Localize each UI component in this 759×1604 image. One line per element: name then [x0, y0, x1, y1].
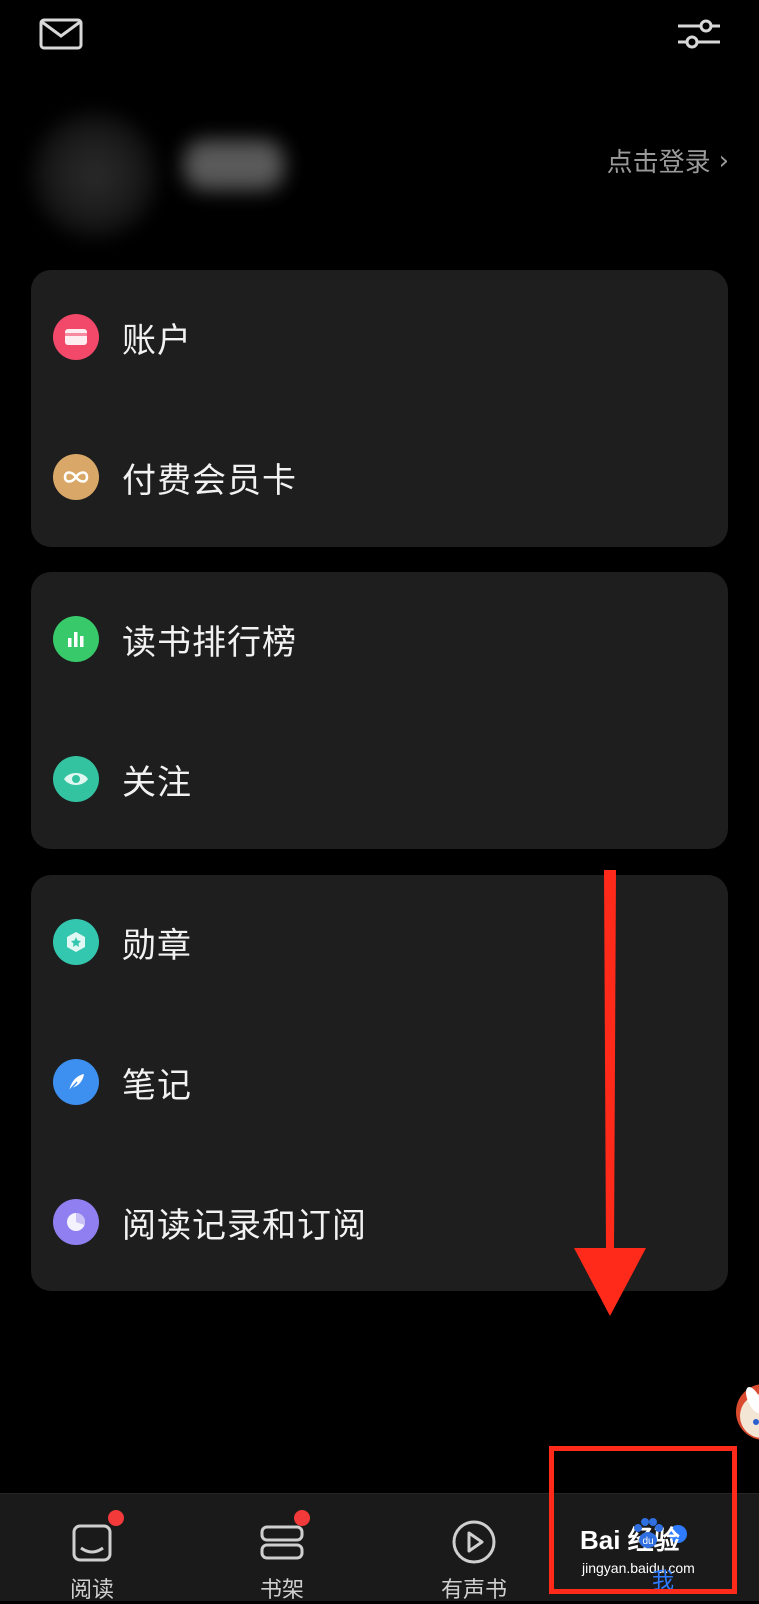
menu-item-account[interactable]: 账户: [31, 287, 728, 387]
annotation-highlight-box: [549, 1446, 737, 1594]
reading-card: 读书排行榜 关注: [31, 572, 728, 849]
badge-dot: [108, 1510, 124, 1526]
menu-item-ranking[interactable]: 读书排行榜: [31, 589, 728, 689]
menu-item-membership[interactable]: 付费会员卡: [31, 427, 728, 527]
badge-dot: [294, 1510, 310, 1526]
menu-item-label: 关注: [122, 762, 192, 803]
login-label: 点击登录: [606, 148, 711, 178]
tab-label: 书架: [259, 1578, 304, 1603]
menu-item-label: 付费会员卡: [122, 460, 297, 501]
medal-icon: [53, 919, 99, 965]
account-card: 账户 付费会员卡: [31, 270, 728, 547]
menu-item-label: 读书排行榜: [122, 622, 297, 663]
username-blurred: [184, 140, 284, 190]
chevron-right-icon: ›: [718, 145, 729, 176]
menu-item-label: 勋章: [122, 925, 192, 966]
feather-icon: [53, 1059, 99, 1105]
book-open-icon: [72, 1524, 112, 1562]
annotation-arrow: [574, 870, 646, 1316]
menu-item-label: 阅读记录和订阅: [122, 1205, 367, 1246]
top-bar: [0, 0, 759, 80]
eye-icon: [53, 756, 99, 802]
tab-audiobook[interactable]: 有声书: [414, 1494, 534, 1603]
avatar[interactable]: [30, 110, 160, 240]
menu-item-label: 笔记: [122, 1065, 192, 1106]
wallet-icon: [53, 314, 99, 360]
menu-item-label: 账户: [122, 320, 192, 361]
login-link[interactable]: 点击登录 ›: [607, 142, 729, 179]
tab-read[interactable]: 阅读: [32, 1494, 152, 1603]
menu-item-follow[interactable]: 关注: [31, 729, 728, 829]
tab-bookshelf[interactable]: 书架: [222, 1494, 342, 1603]
tab-label: 有声书: [440, 1578, 507, 1603]
bar-chart-icon: [53, 616, 99, 662]
tab-label: 阅读: [69, 1578, 114, 1603]
infinity-icon: [53, 454, 99, 500]
profile-header[interactable]: 点击登录 ›: [0, 90, 759, 270]
mail-icon[interactable]: [38, 14, 86, 54]
play-circle-icon: [452, 1520, 496, 1564]
sliders-icon[interactable]: [676, 14, 722, 54]
pie-chart-icon: [53, 1199, 99, 1245]
